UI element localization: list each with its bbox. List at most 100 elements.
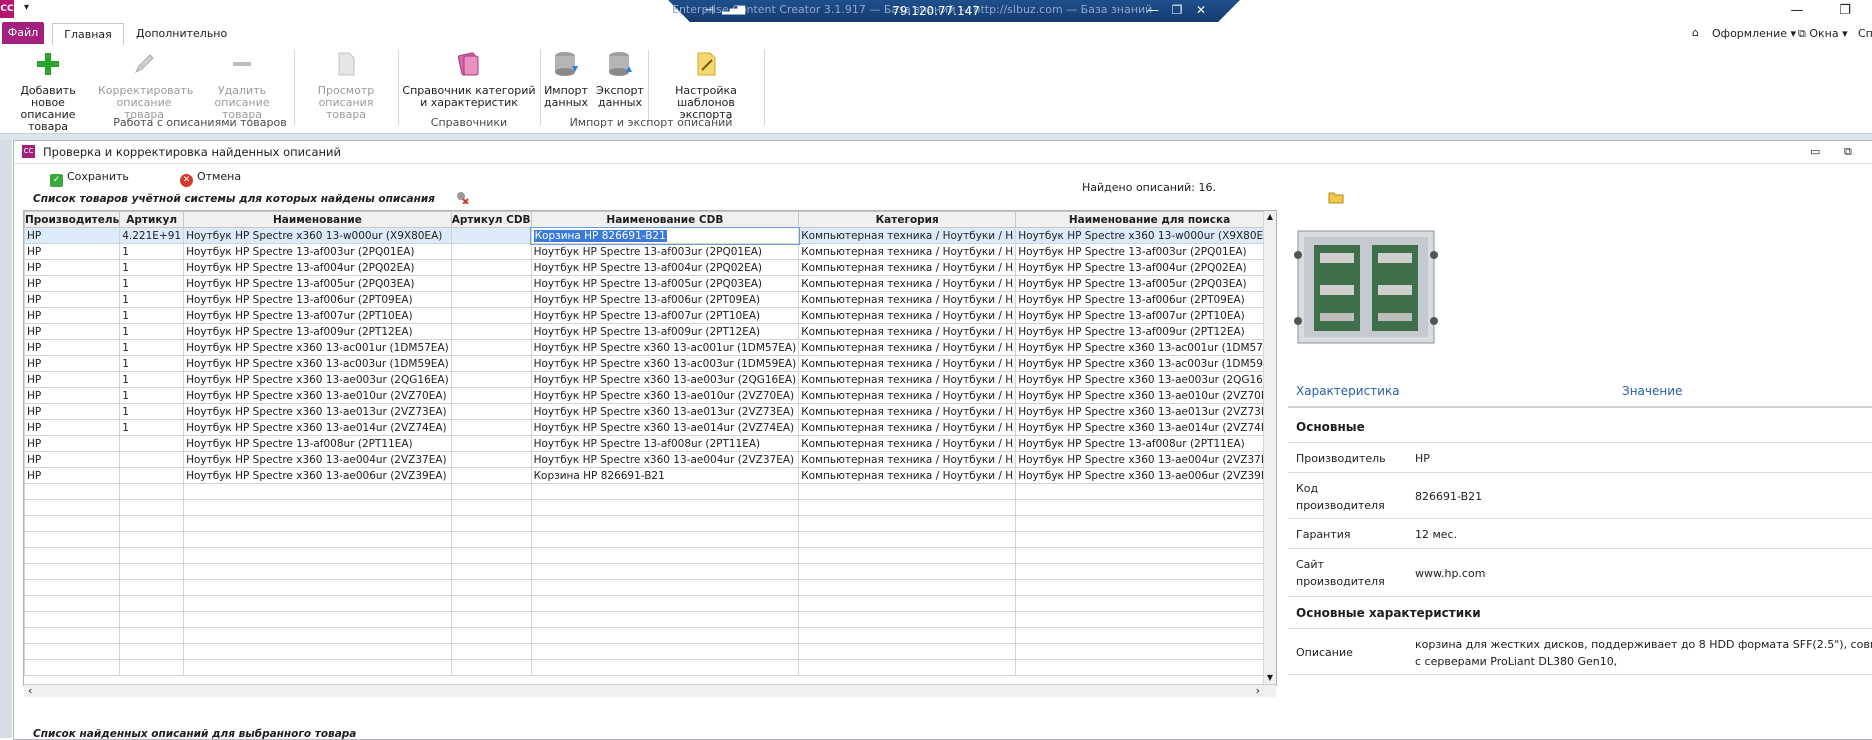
col-header-manufacturer[interactable]: Производитель bbox=[24, 211, 121, 228]
cell-manufacturer[interactable]: HP bbox=[24, 227, 121, 244]
cell-category[interactable]: Компьютерная техника / Ноутбуки / Н bbox=[798, 403, 1017, 420]
child-minimize-icon[interactable]: ▭ bbox=[1810, 145, 1820, 158]
cell-name[interactable]: Ноутбук HP Spectre 13-af003ur (2PQ01EA) bbox=[183, 243, 452, 260]
cell-article-cdb[interactable] bbox=[450, 339, 532, 356]
table-row[interactable]: HP 1 Ноутбук HP Spectre x360 13-ae010ur (2… bbox=[24, 387, 1276, 404]
view-description-button[interactable]: Просмотр описания товара bbox=[298, 50, 394, 121]
table-row[interactable]: HP 1 Ноутбук HP Spectre 13-af006ur (2PT09E… bbox=[24, 291, 1276, 308]
cell-article-cdb[interactable] bbox=[450, 259, 532, 276]
pin-icon[interactable]: ⊣ bbox=[700, 3, 718, 17]
cell-category[interactable]: Компьютерная техника / Ноутбуки / Н bbox=[798, 291, 1017, 308]
cell-search-name[interactable]: Ноутбук HP Spectre 13-af009ur (2PT12EA) bbox=[1015, 323, 1276, 340]
cell-category[interactable]: Компьютерная техника / Ноутбуки / Н bbox=[798, 371, 1017, 388]
cell-category[interactable]: Компьютерная техника / Ноутбуки / Н bbox=[798, 419, 1017, 436]
cell-name-cdb[interactable]: Ноутбук HP Spectre x360 13-ae010ur (2VZ7… bbox=[530, 387, 800, 404]
cell-article[interactable]: 1 bbox=[119, 371, 185, 388]
col-header-category[interactable]: Категория bbox=[798, 211, 1017, 228]
cell-name-cdb[interactable]: Ноутбук HP Spectre x360 13-ac003ur (1DM5… bbox=[530, 355, 800, 372]
cell-manufacturer[interactable]: HP bbox=[24, 403, 121, 420]
characteristic-header[interactable]: Характеристика bbox=[1296, 384, 1400, 398]
cell-name[interactable]: Ноутбук HP Spectre x360 13-ac003ur (1DM5… bbox=[183, 355, 452, 372]
col-header-name[interactable]: Наименование bbox=[183, 211, 452, 228]
cell-article[interactable]: 1 bbox=[119, 403, 185, 420]
col-header-search-name[interactable]: Наименование для поиска bbox=[1015, 211, 1276, 228]
cell-article-cdb[interactable] bbox=[450, 435, 532, 452]
tab-main[interactable]: Главная bbox=[52, 23, 124, 47]
cell-category[interactable]: Компьютерная техника / Ноутбуки / Н bbox=[798, 307, 1017, 324]
cell-category[interactable]: Компьютерная техника / Ноутбуки / Н bbox=[798, 339, 1017, 356]
cell-name[interactable]: Ноутбук HP Spectre 13-af006ur (2PT09EA) bbox=[183, 291, 452, 308]
cell-name[interactable]: Ноутбук HP Spectre 13-af007ur (2PT10EA) bbox=[183, 307, 452, 324]
cell-search-name[interactable]: Ноутбук HP Spectre 13-af004ur (2PQ02EA) bbox=[1015, 259, 1276, 276]
cell-name[interactable]: Ноутбук HP Spectre x360 13-w000ur (X9X80… bbox=[183, 227, 452, 244]
cell-article-cdb[interactable] bbox=[450, 355, 532, 372]
cell-manufacturer[interactable]: HP bbox=[24, 419, 121, 436]
cell-search-name[interactable]: Ноутбук HP Spectre x360 13-ae004ur (2VZ3… bbox=[1015, 451, 1276, 468]
cell-name-cdb[interactable]: Ноутбук HP Spectre 13-af004ur (2PQ02EA) bbox=[530, 259, 800, 276]
menu-help[interactable]: Сп bbox=[1858, 27, 1872, 40]
table-row[interactable]: HP 1 Ноутбук HP Spectre x360 13-ac001ur (1… bbox=[24, 339, 1276, 356]
cell-manufacturer[interactable]: HP bbox=[24, 307, 121, 324]
cell-search-name[interactable]: Ноутбук HP Spectre x360 13-ae003ur (2QG1… bbox=[1015, 371, 1276, 388]
cell-name-cdb[interactable]: Ноутбук HP Spectre 13-af009ur (2PT12EA) bbox=[530, 323, 800, 340]
clear-filter-icon[interactable] bbox=[455, 190, 469, 205]
table-row[interactable]: HP 1 Ноутбук HP Spectre x360 13-ac003ur (1… bbox=[24, 355, 1276, 372]
cell-manufacturer[interactable]: HP bbox=[24, 467, 121, 484]
value-header[interactable]: Значение bbox=[1622, 384, 1682, 398]
cell-name[interactable]: Ноутбук HP Spectre x360 13-ac001ur (1DM5… bbox=[183, 339, 452, 356]
cell-name[interactable]: Ноутбук HP Spectre 13-af009ur (2PT12EA) bbox=[183, 323, 452, 340]
cell-category[interactable]: Компьютерная техника / Ноутбуки / Н bbox=[798, 227, 1017, 244]
save-button[interactable]: ✓ Сохранить bbox=[50, 170, 129, 187]
cancel-button[interactable]: ✕ Отмена bbox=[180, 170, 241, 187]
scroll-right-icon[interactable]: › bbox=[1256, 684, 1260, 697]
cell-article-cdb[interactable] bbox=[450, 291, 532, 308]
table-row[interactable]: HP 1 Ноутбук HP Spectre 13-af003ur (2PQ01E… bbox=[24, 243, 1276, 260]
cell-article-cdb[interactable] bbox=[450, 275, 532, 292]
cell-article-cdb[interactable] bbox=[450, 243, 532, 260]
import-data-button[interactable]: Импорт данных bbox=[542, 50, 590, 109]
cell-search-name[interactable]: Ноутбук HP Spectre x360 13-ae010ur (2VZ7… bbox=[1015, 387, 1276, 404]
table-row[interactable]: HP 1 Ноутбук HP Spectre x360 13-ae003ur (2… bbox=[24, 371, 1276, 388]
table-row[interactable]: HP 1 Ноутбук HP Spectre 13-af005ur (2PQ03E… bbox=[24, 275, 1276, 292]
scroll-down-icon[interactable]: ▼ bbox=[1264, 672, 1276, 684]
cell-article[interactable]: 1 bbox=[119, 275, 185, 292]
cell-manufacturer[interactable]: HP bbox=[24, 355, 121, 372]
cell-category[interactable]: Компьютерная техника / Ноутбуки / Н bbox=[798, 323, 1017, 340]
cell-name-cdb[interactable]: Ноутбук HP Spectre x360 13-ae013ur (2VZ7… bbox=[530, 403, 800, 420]
cell-name[interactable]: Ноутбук HP Spectre x360 13-ae004ur (2VZ3… bbox=[183, 451, 452, 468]
cell-name-cdb[interactable]: Ноутбук HP Spectre 13-af008ur (2PT11EA) bbox=[530, 435, 800, 452]
cell-category[interactable]: Компьютерная техника / Ноутбуки / Н bbox=[798, 355, 1017, 372]
cell-article[interactable]: 1 bbox=[119, 307, 185, 324]
cell-manufacturer[interactable]: HP bbox=[24, 243, 121, 260]
folder-open-icon[interactable] bbox=[1328, 190, 1344, 204]
cell-search-name[interactable]: Ноутбук HP Spectre x360 13-ae006ur (2VZ3… bbox=[1015, 467, 1276, 484]
categories-reference-button[interactable]: Справочник категорий и характеристик bbox=[402, 50, 536, 109]
cell-manufacturer[interactable]: HP bbox=[24, 371, 121, 388]
cell-article-cdb[interactable] bbox=[450, 387, 532, 404]
rdp-close-icon[interactable]: ✕ bbox=[1192, 3, 1210, 17]
table-row[interactable]: HP 1 Ноутбук HP Spectre x360 13-ae013ur (2… bbox=[24, 403, 1276, 420]
export-templates-button[interactable]: Настройка шаблонов экспорта bbox=[652, 50, 760, 121]
cell-name[interactable]: Ноутбук HP Spectre x360 13-ae014ur (2VZ7… bbox=[183, 419, 452, 436]
cell-name-cdb[interactable]: Корзина HP 826691-B21 bbox=[530, 226, 800, 245]
table-row[interactable]: HP 1 Ноутбук HP Spectre 13-af007ur (2PT10E… bbox=[24, 307, 1276, 324]
table-row[interactable]: HP 1 Ноутбук HP Spectre x360 13-ae014ur (2… bbox=[24, 419, 1276, 436]
tab-additional[interactable]: Дополнительно bbox=[136, 27, 227, 40]
cell-category[interactable]: Компьютерная техника / Ноутбуки / Н bbox=[798, 451, 1017, 468]
table-row[interactable]: HP 1 Ноутбук HP Spectre 13-af009ur (2PT12E… bbox=[24, 323, 1276, 340]
delete-description-button[interactable]: Удалить описание товара bbox=[194, 50, 290, 121]
cell-name-cdb[interactable]: Ноутбук HP Spectre 13-af003ur (2PQ01EA) bbox=[530, 243, 800, 260]
cell-article[interactable]: 1 bbox=[119, 291, 185, 308]
cell-category[interactable]: Компьютерная техника / Ноутбуки / Н bbox=[798, 435, 1017, 452]
cell-search-name[interactable]: Ноутбук HP Spectre 13-af006ur (2PT09EA) bbox=[1015, 291, 1276, 308]
products-grid[interactable]: Производитель Артикул Наименование Артик… bbox=[23, 210, 1277, 686]
cell-name[interactable]: Ноутбук HP Spectre x360 13-ae003ur (2QG1… bbox=[183, 371, 452, 388]
cell-manufacturer[interactable]: HP bbox=[24, 387, 121, 404]
cell-article-cdb[interactable] bbox=[450, 467, 532, 484]
table-row[interactable]: HP Ноутбук HP Spectre 13-af008ur (2PT11EA… bbox=[24, 435, 1276, 452]
menu-appearance[interactable]: Оформление ▾ bbox=[1712, 27, 1796, 40]
cell-article-cdb[interactable] bbox=[450, 403, 532, 420]
cell-manufacturer[interactable]: HP bbox=[24, 291, 121, 308]
cell-category[interactable]: Компьютерная техника / Ноутбуки / Н bbox=[798, 467, 1017, 484]
cell-manufacturer[interactable]: HP bbox=[24, 259, 121, 276]
